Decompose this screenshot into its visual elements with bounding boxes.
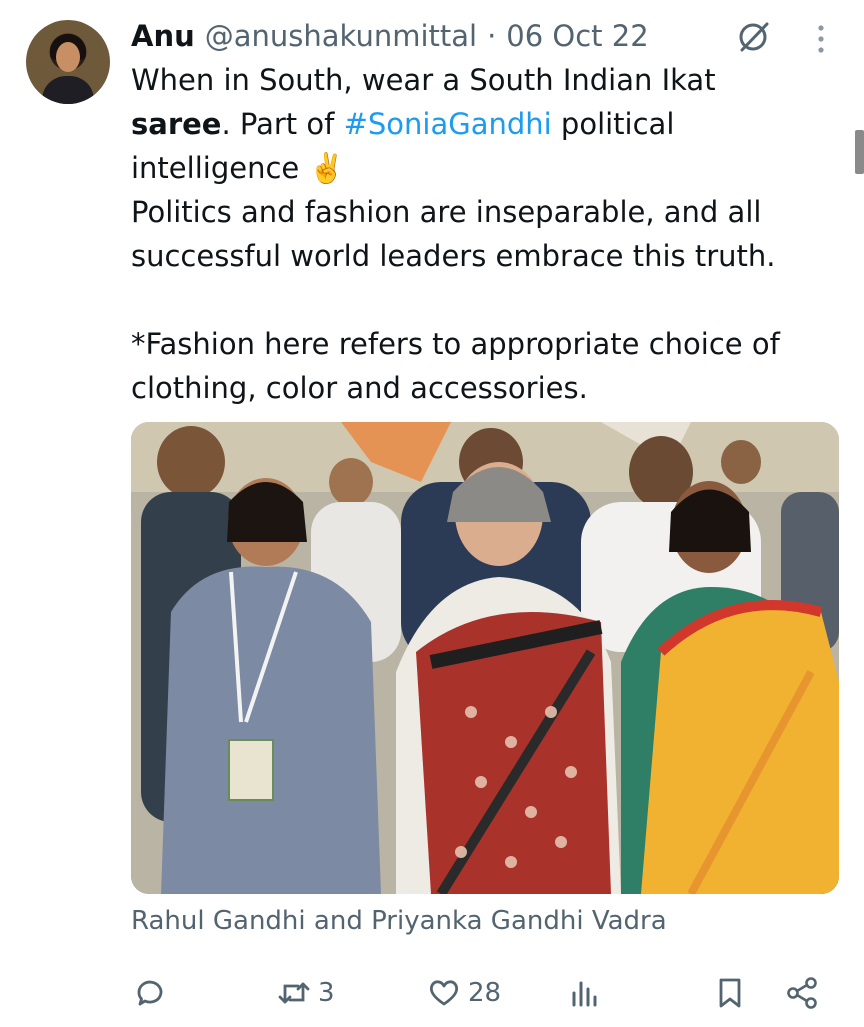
tweet-text: When in South, wear a South Indian Ikat … bbox=[131, 58, 831, 410]
views-icon bbox=[572, 981, 597, 1007]
separator-dot: · bbox=[487, 19, 497, 53]
action-bar: 3 28 bbox=[0, 965, 864, 1025]
retweet-icon bbox=[278, 982, 310, 1004]
scrollbar[interactable] bbox=[855, 130, 864, 174]
bookmark-icon bbox=[719, 978, 741, 1008]
more-icon[interactable] bbox=[808, 22, 834, 56]
tweet-line: intelligence ✌️ bbox=[131, 151, 345, 185]
like-count: 28 bbox=[468, 978, 502, 1008]
retweet-button[interactable]: 3 bbox=[276, 965, 335, 1021]
tweet-fragment: political bbox=[551, 107, 675, 141]
author-name[interactable]: Anu bbox=[131, 19, 195, 53]
tweet: Anu @anushakunmittal · 06 Oct 22 When in… bbox=[0, 0, 864, 1027]
tweet-line: successful world leaders embrace this tr… bbox=[131, 239, 776, 273]
photo-caption: Rahul Gandhi and Priyanka Gandhi Vadra bbox=[131, 906, 667, 936]
hashtag-link[interactable]: #SoniaGandhi bbox=[344, 107, 552, 141]
share-button[interactable] bbox=[784, 965, 820, 1021]
author-handle[interactable]: @anushakunmittal bbox=[205, 19, 477, 53]
tweet-line: Politics and fashion are inseparable, an… bbox=[131, 195, 762, 229]
avatar[interactable] bbox=[26, 20, 110, 104]
tweet-fragment: . Part of bbox=[221, 107, 344, 141]
grok-icon[interactable] bbox=[734, 18, 772, 56]
tweet-line: clothing, color and accessories. bbox=[131, 371, 588, 405]
reply-button[interactable] bbox=[132, 965, 174, 1021]
like-icon bbox=[429, 980, 459, 1006]
tweet-line: *Fashion here refers to appropriate choi… bbox=[131, 327, 780, 361]
share-icon bbox=[787, 977, 817, 1009]
tweet-header: Anu @anushakunmittal · 06 Oct 22 bbox=[131, 16, 649, 56]
like-button[interactable]: 28 bbox=[426, 965, 501, 1021]
tweet-line: saree. Part of #SoniaGandhi political bbox=[131, 102, 831, 146]
reply-icon bbox=[137, 980, 163, 1006]
tweet-date[interactable]: 06 Oct 22 bbox=[506, 19, 648, 53]
views-button[interactable] bbox=[566, 965, 608, 1021]
bookmark-button[interactable] bbox=[712, 965, 748, 1021]
retweet-count: 3 bbox=[318, 978, 335, 1008]
tweet-photo[interactable] bbox=[131, 422, 839, 894]
tweet-line: When in South, wear a South Indian Ikat bbox=[131, 63, 716, 97]
bold-word: saree bbox=[131, 107, 222, 141]
